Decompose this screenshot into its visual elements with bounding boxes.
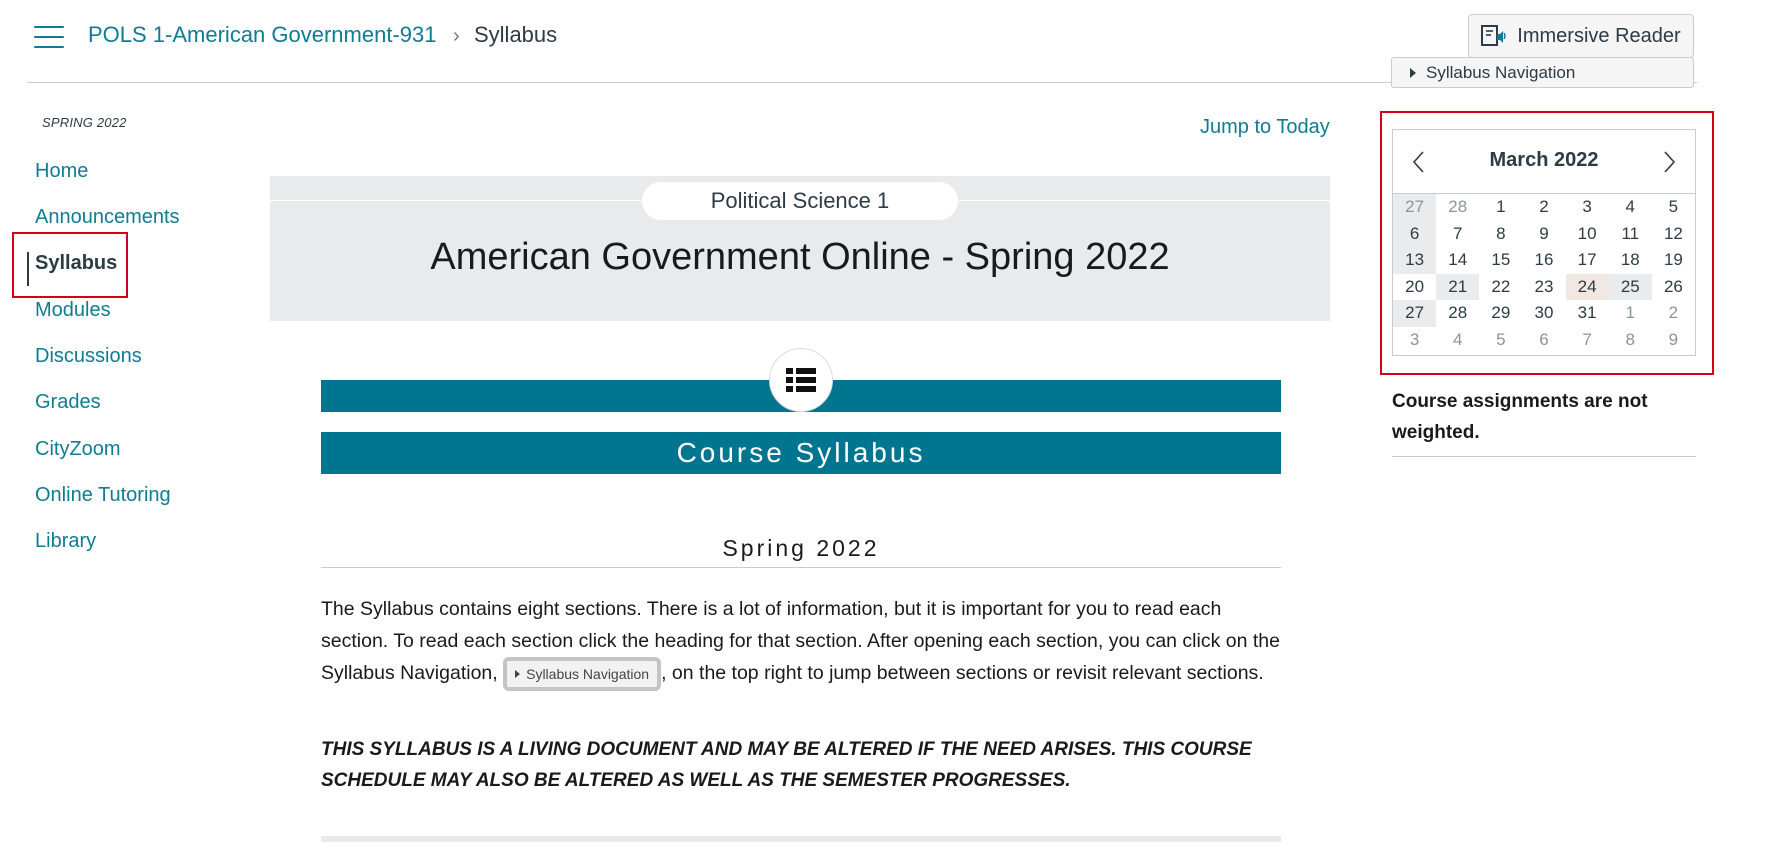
sidebar-item-library[interactable]: Library bbox=[35, 530, 96, 553]
course-syllabus-heading: Course Syllabus bbox=[321, 432, 1281, 474]
breadcrumb-course-link[interactable]: POLS 1-American Government-931 bbox=[88, 22, 437, 48]
calendar-day[interactable]: 15 bbox=[1479, 247, 1522, 274]
sidebar-item-grades[interactable]: Grades bbox=[35, 391, 101, 414]
calendar-day[interactable]: 31 bbox=[1566, 300, 1609, 327]
term-divider bbox=[321, 567, 1281, 568]
calendar-day[interactable]: 8 bbox=[1609, 327, 1652, 354]
inline-syllabus-navigation-image: Syllabus Navigation bbox=[503, 657, 662, 691]
syllabus-navigation-label: Syllabus Navigation bbox=[1426, 62, 1576, 82]
immersive-reader-icon bbox=[1481, 25, 1506, 46]
calendar-grid: 27 28 1 2 3 4 5 6 7 8 9 10 11 12 13 14 15 16 17 18 19 20 21 22 2… bbox=[1393, 194, 1695, 353]
breadcrumb-separator: › bbox=[453, 25, 460, 47]
calendar-day[interactable]: 12 bbox=[1652, 221, 1695, 248]
calendar-day[interactable]: 8 bbox=[1479, 221, 1522, 248]
caret-right-icon bbox=[1410, 67, 1416, 78]
calendar-day[interactable]: 9 bbox=[1522, 221, 1565, 248]
calendar-day[interactable]: 3 bbox=[1393, 327, 1436, 354]
calendar-day[interactable]: 21 bbox=[1436, 273, 1480, 300]
calendar-day[interactable]: 6 bbox=[1522, 327, 1565, 354]
sidebar-item-discussions[interactable]: Discussions bbox=[35, 345, 142, 368]
sidebar-item-cityzoom[interactable]: CityZoom bbox=[35, 438, 121, 461]
term-label: SPRING 2022 bbox=[42, 115, 127, 130]
calendar-day[interactable]: 24 bbox=[1565, 273, 1609, 300]
list-icon bbox=[769, 348, 833, 412]
calendar-day[interactable]: 13 bbox=[1393, 247, 1437, 274]
sidebar-item-announcements[interactable]: Announcements bbox=[35, 206, 180, 229]
syllabus-highlight-box bbox=[12, 232, 128, 298]
sidebar-item-home[interactable]: Home bbox=[35, 160, 88, 183]
caret-right-icon bbox=[515, 670, 521, 678]
calendar-day[interactable]: 19 bbox=[1652, 247, 1695, 274]
inline-syllabus-navigation-label: Syllabus Navigation bbox=[526, 666, 650, 682]
calendar-day[interactable]: 4 bbox=[1609, 194, 1652, 221]
calendar-day[interactable]: 7 bbox=[1436, 221, 1479, 248]
mini-calendar: March 2022 27 28 1 2 3 4 5 6 7 8 9 10 11 12 13 14 15 16 17… bbox=[1392, 129, 1696, 356]
calendar-day[interactable]: 1 bbox=[1609, 300, 1652, 327]
calendar-day[interactable]: 27 bbox=[1393, 300, 1437, 327]
sidebar-item-online-tutoring[interactable]: Online Tutoring bbox=[35, 484, 171, 507]
calendar-day[interactable]: 7 bbox=[1566, 327, 1609, 354]
weighting-divider bbox=[1392, 456, 1696, 457]
intro-paragraph: The Syllabus contains eight sections. Th… bbox=[321, 593, 1281, 691]
calendar-day[interactable]: 6 bbox=[1393, 220, 1437, 247]
calendar-day[interactable]: 28 bbox=[1436, 194, 1479, 221]
chevron-right-icon[interactable] bbox=[1657, 148, 1681, 176]
calendar-day[interactable]: 9 bbox=[1652, 327, 1695, 354]
intro-text-after: , on the top right to jump between secti… bbox=[661, 662, 1264, 685]
calendar-day[interactable]: 23 bbox=[1522, 274, 1565, 301]
calendar-day[interactable]: 27 bbox=[1393, 194, 1437, 221]
calendar-day[interactable]: 2 bbox=[1522, 194, 1565, 221]
calendar-day[interactable]: 10 bbox=[1566, 221, 1609, 248]
hamburger-menu-icon[interactable] bbox=[34, 26, 64, 50]
term-heading: Spring 2022 bbox=[722, 535, 880, 561]
jump-to-today-link[interactable]: Jump to Today bbox=[1200, 116, 1330, 139]
calendar-day[interactable]: 22 bbox=[1479, 274, 1522, 301]
calendar-day[interactable]: 5 bbox=[1652, 194, 1695, 221]
calendar-day[interactable]: 16 bbox=[1522, 247, 1565, 274]
calendar-day[interactable]: 3 bbox=[1566, 194, 1609, 221]
banner-title: American Government Online - Spring 2022 bbox=[430, 236, 1170, 278]
calendar-day[interactable]: 20 bbox=[1393, 274, 1436, 301]
sidebar-item-modules[interactable]: Modules bbox=[35, 299, 111, 322]
calendar-day[interactable]: 18 bbox=[1609, 247, 1652, 274]
calendar-day[interactable]: 5 bbox=[1479, 327, 1522, 354]
immersive-reader-label: Immersive Reader bbox=[1517, 24, 1681, 47]
calendar-day[interactable]: 14 bbox=[1436, 247, 1479, 274]
weighting-note: Course assignments are not weighted. bbox=[1392, 391, 1648, 443]
content-divider bbox=[321, 836, 1281, 842]
banner-pill: Political Science 1 bbox=[642, 182, 958, 220]
calendar-day[interactable]: 26 bbox=[1652, 274, 1695, 301]
calendar-day[interactable]: 30 bbox=[1522, 300, 1565, 327]
calendar-day[interactable]: 1 bbox=[1479, 194, 1522, 221]
calendar-day[interactable]: 11 bbox=[1609, 221, 1652, 248]
syllabus-navigation-button[interactable]: Syllabus Navigation bbox=[1391, 57, 1694, 88]
calendar-day[interactable]: 4 bbox=[1436, 327, 1479, 354]
immersive-reader-button[interactable]: Immersive Reader bbox=[1468, 14, 1694, 58]
calendar-header: March 2022 bbox=[1393, 130, 1695, 194]
calendar-month-title: March 2022 bbox=[1489, 149, 1599, 171]
breadcrumb-current-page: Syllabus bbox=[474, 22, 558, 47]
calendar-day[interactable]: 2 bbox=[1652, 300, 1695, 327]
calendar-day[interactable]: 25 bbox=[1608, 273, 1652, 300]
calendar-day[interactable]: 28 bbox=[1436, 300, 1479, 327]
syllabus-warning: THIS SYLLABUS IS A LIVING DOCUMENT AND M… bbox=[321, 739, 1252, 791]
calendar-day[interactable]: 17 bbox=[1566, 247, 1609, 274]
calendar-day[interactable]: 29 bbox=[1479, 300, 1522, 327]
